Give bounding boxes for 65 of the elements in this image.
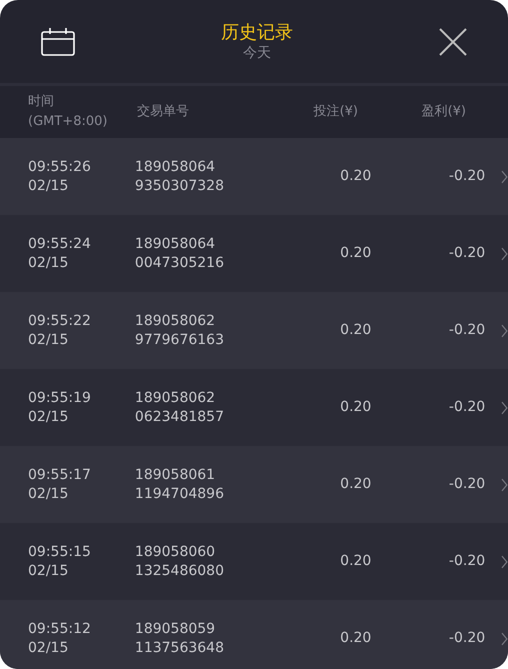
order-number-text: 189058064 — [134, 158, 216, 176]
date-text: 02/15 — [28, 176, 70, 196]
date-text: 02/15 — [28, 330, 70, 350]
window-title: 历史记录 — [221, 22, 293, 44]
chevron-right-icon — [501, 478, 508, 492]
order-number-text: 9350307328 — [134, 176, 225, 196]
order-number-text: 189058060 — [134, 542, 216, 562]
profit-amount: -0.20 — [448, 629, 486, 648]
chevron-right-icon — [501, 632, 508, 646]
chevron-right-icon — [501, 324, 508, 338]
column-header-note: (GMT+8:00) — [28, 113, 108, 131]
stake-amount: 0.20 — [339, 475, 372, 494]
order-number-text: 189058064 — [134, 234, 216, 254]
order-number-text: 189058062 — [134, 388, 216, 408]
history-row[interactable]: 09:55:26 02/15 189058064 9350307328 0.20 -0.20 — [0, 138, 508, 215]
order-number-text: 0623481857 — [134, 408, 225, 426]
date-range-label: 今天 — [243, 44, 271, 62]
profit-amount: -0.20 — [448, 244, 486, 263]
column-header: 投注(¥) — [312, 103, 358, 122]
chevron-right-icon — [501, 246, 508, 260]
time-text: 09:55:19 — [28, 388, 92, 408]
profit-amount: -0.20 — [448, 321, 486, 340]
chevron-right-icon — [501, 170, 508, 184]
stake-amount: 0.20 — [339, 167, 372, 186]
profit-amount: -0.20 — [448, 398, 486, 417]
history-row[interactable]: 09:55:24 02/15 189058064 0047305216 0.20 -0.20 — [0, 215, 508, 292]
calendar-icon[interactable] — [41, 28, 75, 56]
profit-amount: -0.20 — [448, 552, 486, 571]
order-number-text: 9779676163 — [134, 330, 225, 350]
time-text: 09:55:17 — [28, 466, 92, 484]
stake-amount: 0.20 — [339, 321, 372, 340]
stake-amount: 0.20 — [339, 244, 372, 263]
date-text: 02/15 — [28, 484, 70, 504]
profit-amount: -0.20 — [448, 167, 486, 186]
column-header: 交易单号 — [137, 103, 190, 122]
stake-amount: 0.20 — [339, 398, 372, 417]
time-text: 09:55:22 — [28, 312, 92, 330]
stake-amount: 0.20 — [339, 552, 372, 571]
date-text: 02/15 — [28, 254, 70, 272]
date-text: 02/15 — [28, 562, 70, 580]
chevron-right-icon — [501, 400, 508, 414]
column-header: 时间 — [28, 93, 55, 111]
date-text: 02/15 — [28, 638, 70, 658]
column-header: 盈利(¥) — [420, 103, 466, 122]
order-number-text: 0047305216 — [134, 254, 225, 272]
history-row[interactable]: 09:55:17 02/15 189058061 1194704896 0.20 -0.20 — [0, 446, 508, 523]
profit-amount: -0.20 — [448, 475, 486, 494]
history-row[interactable]: 09:55:12 02/15 189058059 1137563648 0.20 -0.20 — [0, 600, 508, 669]
history-row[interactable]: 09:55:15 02/15 189058060 1325486080 0.20 -0.20 — [0, 523, 508, 600]
order-number-text: 189058059 — [134, 620, 216, 638]
date-text: 02/15 — [28, 408, 70, 426]
stake-amount: 0.20 — [339, 629, 372, 648]
time-text: 09:55:15 — [28, 542, 92, 562]
chevron-right-icon — [501, 554, 508, 568]
order-number-text: 189058062 — [134, 312, 216, 330]
history-row[interactable]: 09:55:22 02/15 189058062 9779676163 0.20 -0.20 — [0, 292, 508, 369]
close-icon[interactable] — [439, 28, 467, 56]
order-number-text: 1194704896 — [134, 484, 225, 504]
time-text: 09:55:12 — [28, 620, 92, 638]
time-text: 09:55:26 — [28, 158, 92, 176]
order-number-text: 189058061 — [134, 466, 216, 484]
time-text: 09:55:24 — [28, 234, 92, 254]
order-number-text: 1325486080 — [134, 562, 225, 580]
history-row[interactable]: 09:55:19 02/15 189058062 0623481857 0.20 -0.20 — [0, 369, 508, 446]
order-number-text: 1137563648 — [134, 638, 225, 658]
